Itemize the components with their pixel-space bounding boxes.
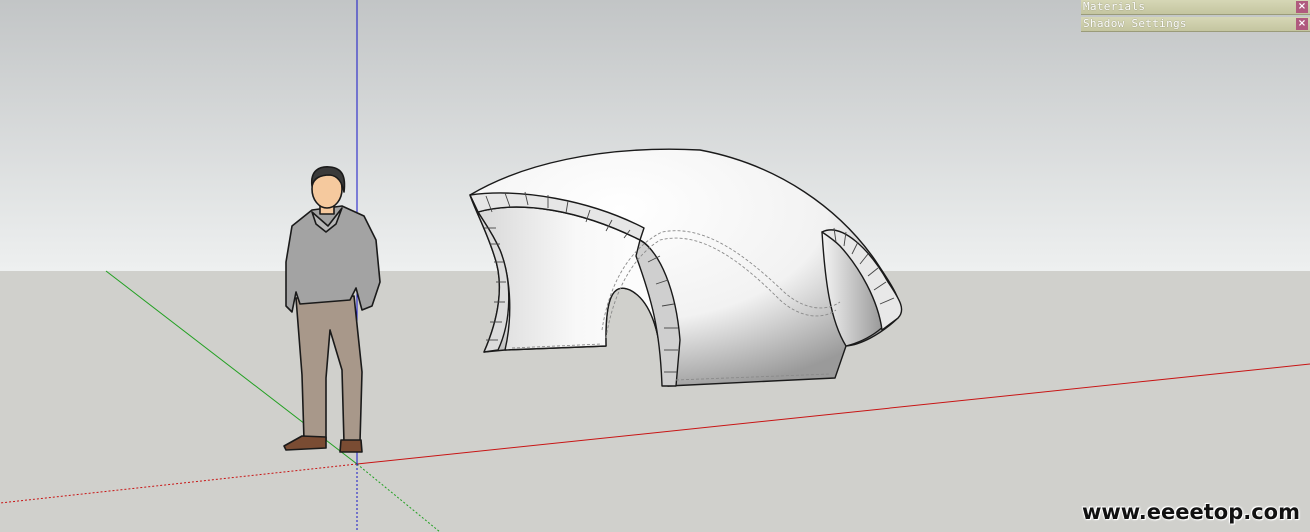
watermark: www.eeeetop.com xyxy=(1081,500,1300,524)
figure-shoe-right xyxy=(339,439,363,453)
modeling-viewport[interactable] xyxy=(0,0,1310,532)
close-icon[interactable]: × xyxy=(1296,18,1308,30)
shadow-settings-panel[interactable]: Shadow Settings × xyxy=(1081,17,1310,32)
shadow-settings-panel-title[interactable]: Shadow Settings xyxy=(1083,17,1187,31)
materials-panel[interactable]: Materials × xyxy=(1081,0,1310,15)
materials-panel-title[interactable]: Materials xyxy=(1083,0,1145,14)
close-icon[interactable]: × xyxy=(1296,1,1308,13)
